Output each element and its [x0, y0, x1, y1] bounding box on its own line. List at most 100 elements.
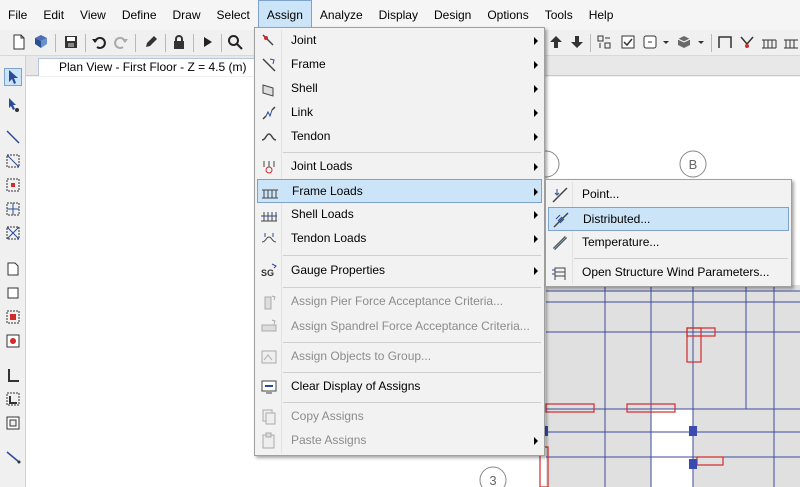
- joint-restraint-icon[interactable]: [738, 33, 756, 51]
- draw-dimension-icon[interactable]: [4, 448, 22, 466]
- menu-item-joint[interactable]: Joint: [257, 29, 542, 53]
- draw-brace-icon[interactable]: [4, 152, 22, 170]
- menu-item-tendon[interactable]: Tendon: [257, 125, 542, 149]
- frame-load-icon[interactable]: [760, 33, 778, 51]
- chevron-down-icon[interactable]: [692, 33, 710, 51]
- draw-rect-click-icon[interactable]: [4, 308, 22, 326]
- menu-item-temperature-load[interactable]: Temperature...: [548, 231, 789, 255]
- menu-options[interactable]: Options: [479, 0, 536, 30]
- menu-select[interactable]: Select: [209, 0, 258, 30]
- zoom-icon[interactable]: [226, 33, 244, 51]
- pier-criteria-icon: [259, 293, 279, 311]
- menu-edit[interactable]: Edit: [35, 0, 72, 30]
- joint-icon: [259, 32, 279, 50]
- menu-define[interactable]: Define: [114, 0, 165, 30]
- menu-help[interactable]: Help: [581, 0, 622, 30]
- shell-loads-icon: [259, 206, 279, 224]
- point-load-icon: [550, 186, 570, 204]
- submenu-arrow-icon: [534, 211, 538, 219]
- submenu-arrow-icon: [534, 133, 538, 141]
- save-icon[interactable]: [62, 33, 80, 51]
- menu-bar: File Edit View Define Draw Select Assign…: [0, 0, 800, 30]
- submenu-arrow-icon: [534, 37, 538, 45]
- menu-item-spandrel-criteria: Assign Spandrel Force Acceptance Criteri…: [257, 315, 542, 339]
- menu-item-frame[interactable]: Frame: [257, 53, 542, 77]
- frame-loads-icon: [260, 183, 280, 201]
- menu-item-clear-display[interactable]: Clear Display of Assigns: [257, 375, 542, 399]
- submenu-arrow-icon: [534, 188, 538, 196]
- new-model-icon[interactable]: [10, 33, 28, 51]
- draw-grid-icon[interactable]: [4, 200, 22, 218]
- lock-icon[interactable]: [170, 33, 188, 51]
- menu-item-shell-loads[interactable]: Shell Loads: [257, 203, 542, 227]
- grid-bubble-b-label: B: [689, 157, 698, 172]
- submenu-arrow-icon: [534, 235, 538, 243]
- menu-analyze[interactable]: Analyze: [312, 0, 371, 30]
- menu-item-assign-group: Assign Objects to Group...: [257, 345, 542, 369]
- submenu-arrow-icon: [534, 163, 538, 171]
- submenu-arrow-icon: [534, 61, 538, 69]
- open-model-icon[interactable]: [32, 33, 50, 51]
- draw-cross-brace-icon[interactable]: [4, 224, 22, 242]
- move-down-icon[interactable]: [568, 33, 586, 51]
- menu-item-joint-loads[interactable]: Joint Loads: [257, 155, 542, 179]
- temperature-load-icon: [550, 234, 570, 252]
- pointer-icon[interactable]: [4, 68, 22, 86]
- tendon-icon: [259, 128, 279, 146]
- frame-loads-submenu: Point... Distributed... Temperature... O…: [545, 179, 792, 287]
- move-up-icon[interactable]: [547, 33, 565, 51]
- distributed-load-icon: [551, 211, 571, 229]
- copy-assigns-icon: [259, 408, 279, 426]
- menu-file[interactable]: File: [0, 0, 35, 30]
- menu-item-shell[interactable]: Shell: [257, 77, 542, 101]
- menu-assign[interactable]: Assign: [257, 0, 312, 30]
- frame-load-icon[interactable]: [782, 33, 800, 51]
- draw-wall-panel-icon[interactable]: [4, 390, 22, 408]
- menu-tools[interactable]: Tools: [537, 0, 581, 30]
- spandrel-criteria-icon: [259, 318, 279, 336]
- draw-rect-icon[interactable]: [4, 284, 22, 302]
- draw-line-icon[interactable]: [4, 128, 22, 146]
- slab-opening: [651, 409, 693, 487]
- menu-design[interactable]: Design: [426, 0, 479, 30]
- grid-snap-icon[interactable]: [595, 33, 613, 51]
- paste-assigns-icon: [259, 432, 279, 450]
- shell-icon: [259, 80, 279, 98]
- menu-item-tendon-loads[interactable]: Tendon Loads: [257, 227, 542, 251]
- submenu-arrow-icon: [534, 267, 538, 275]
- submenu-arrow-icon: [534, 437, 538, 445]
- frame-section-icon[interactable]: [716, 33, 734, 51]
- menu-item-link[interactable]: Link: [257, 101, 542, 125]
- gauge-properties-icon: SG: [259, 262, 279, 280]
- link-icon: [259, 104, 279, 122]
- pencil-icon[interactable]: [142, 33, 160, 51]
- redo-icon[interactable]: [112, 33, 130, 51]
- menu-draw[interactable]: Draw: [165, 0, 209, 30]
- check-box-icon[interactable]: [619, 33, 637, 51]
- menu-display[interactable]: Display: [371, 0, 426, 30]
- 3d-box-icon[interactable]: [675, 33, 693, 51]
- draw-area-icon[interactable]: [4, 260, 22, 278]
- group-icon: [259, 348, 279, 366]
- draw-wall-icon[interactable]: [4, 366, 22, 384]
- grid-bubble-3-label: 3: [489, 473, 496, 487]
- reshape-icon[interactable]: [4, 96, 22, 114]
- menu-item-distributed-load[interactable]: Distributed...: [548, 207, 789, 231]
- undo-icon[interactable]: [90, 33, 108, 51]
- draw-point-icon[interactable]: [4, 332, 22, 350]
- menu-item-point-load[interactable]: Point...: [548, 183, 789, 207]
- plan-view-tab[interactable]: Plan View - First Floor - Z = 4.5 (m): [38, 58, 264, 76]
- draw-column-icon[interactable]: [4, 176, 22, 194]
- draw-opening-icon[interactable]: [4, 414, 22, 432]
- menu-item-gauge-properties[interactable]: SG Gauge Properties: [257, 259, 542, 283]
- draw-toolbar: [0, 56, 26, 487]
- chevron-down-icon[interactable]: [657, 33, 675, 51]
- menu-item-wind-parameters[interactable]: Open Structure Wind Parameters...: [548, 261, 789, 285]
- menu-item-frame-loads[interactable]: Frame Loads: [257, 179, 542, 203]
- run-icon[interactable]: [198, 33, 216, 51]
- wind-parameters-icon: [550, 264, 570, 282]
- tendon-loads-icon: [259, 230, 279, 248]
- svg-text:SG: SG: [261, 268, 274, 278]
- assign-menu: Joint Frame Shell Link Tendon Joint Load…: [254, 27, 545, 456]
- menu-view[interactable]: View: [72, 0, 114, 30]
